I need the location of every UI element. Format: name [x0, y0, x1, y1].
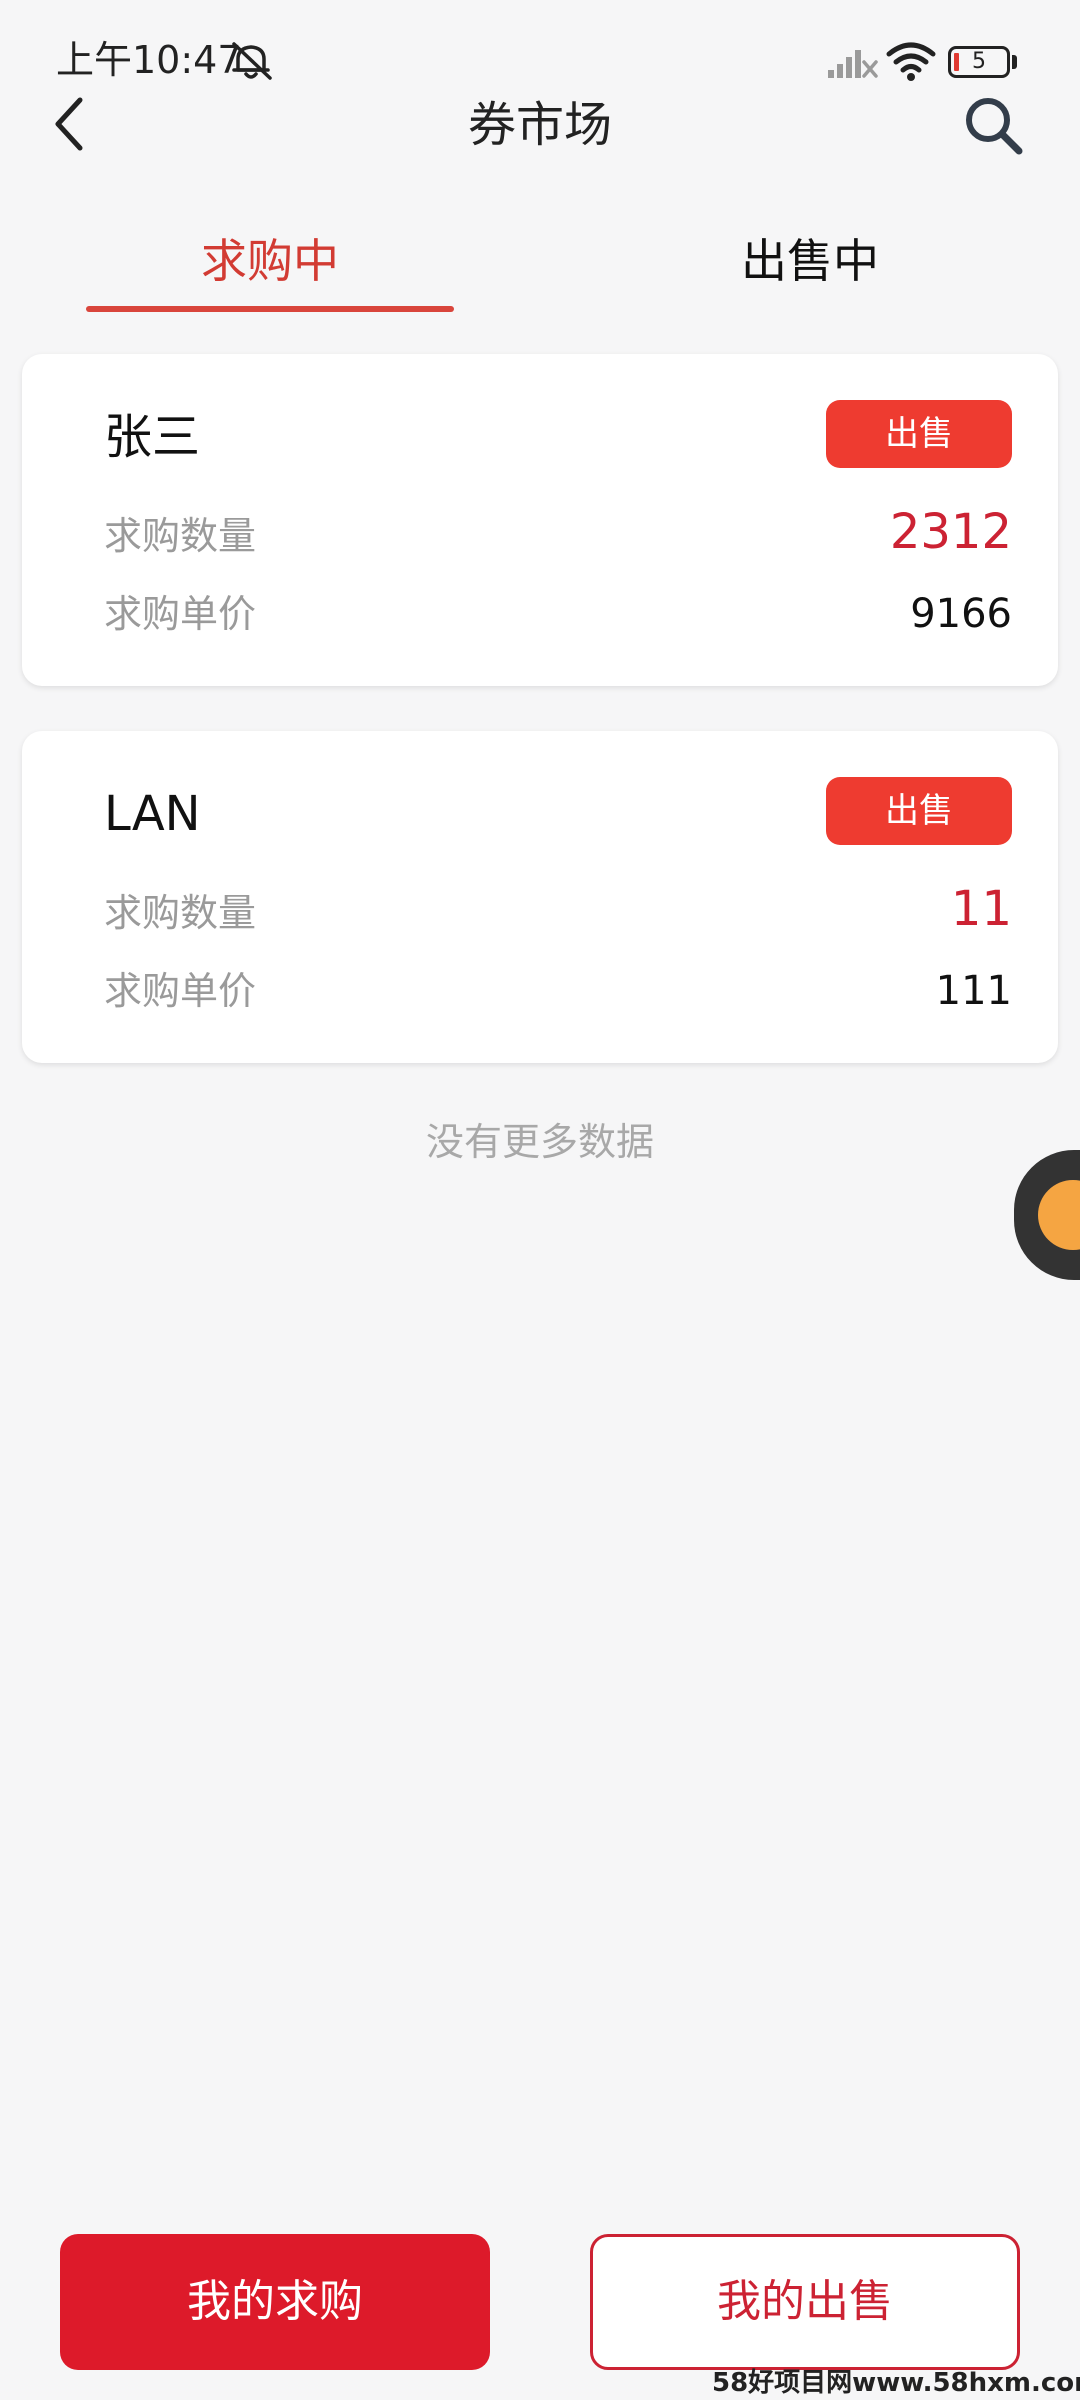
quantity-label: 求购数量: [104, 514, 257, 558]
order-card: LAN 出售 求购数量 11 求购单价 111: [22, 731, 1058, 1063]
chevron-left-icon: [55, 97, 83, 151]
quantity-label: 求购数量: [104, 891, 257, 935]
list-end-text: 没有更多数据: [425, 1120, 654, 1164]
price-value: 111: [935, 968, 1012, 1014]
tab-selling[interactable]: 出售中: [626, 226, 994, 306]
order-user-name: 张三: [104, 409, 201, 465]
order-user-name: LAN: [104, 786, 201, 842]
my-sell-button[interactable]: 我的出售: [590, 2234, 1020, 2370]
price-label: 求购单价: [104, 969, 257, 1013]
quantity-value: 2312: [889, 504, 1012, 560]
search-icon: [966, 98, 1023, 155]
back-button[interactable]: [36, 86, 100, 162]
sell-button[interactable]: 出售: [826, 400, 1012, 468]
status-bar: 上午10:47 5: [0, 0, 1080, 90]
quantity-value: 11: [950, 881, 1012, 937]
status-time: 上午10:47: [56, 38, 242, 82]
assistant-icon: [1038, 1180, 1080, 1250]
signal-icon: [828, 50, 878, 78]
search-button[interactable]: [954, 86, 1032, 164]
battery-icon: 5: [948, 46, 1018, 78]
price-label: 求购单价: [104, 592, 257, 636]
my-buy-button[interactable]: 我的求购: [60, 2234, 490, 2370]
tab-active-indicator: [86, 306, 454, 312]
page-title: 券市场: [467, 97, 612, 153]
battery-tip: [1012, 55, 1017, 69]
order-card: 张三 出售 求购数量 2312 求购单价 9166: [22, 354, 1058, 686]
price-value: 9166: [910, 591, 1012, 637]
wifi-icon: [886, 42, 936, 81]
tab-buying[interactable]: 求购中: [86, 226, 454, 306]
watermark: 58好项目网www.58hxm.com: [712, 2368, 1080, 2398]
sell-button[interactable]: 出售: [826, 777, 1012, 845]
battery-percent: 5: [972, 49, 986, 74]
mute-icon: [232, 42, 272, 80]
